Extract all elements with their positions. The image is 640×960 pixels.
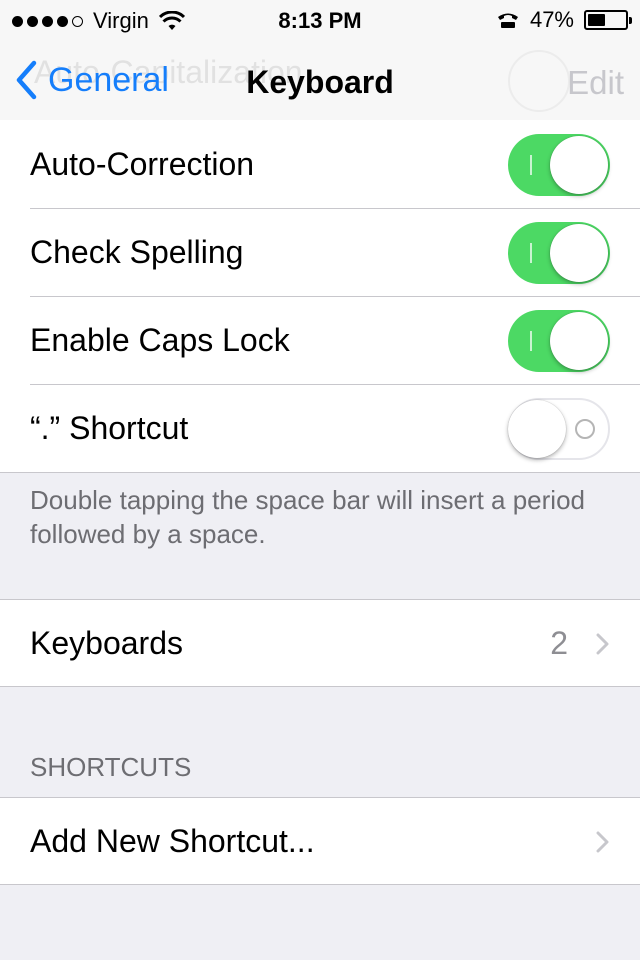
auto-correction-row: Auto-Correction (0, 120, 640, 208)
keyboards-group: Keyboards 2 (0, 599, 640, 687)
period-shortcut-footer-note: Double tapping the space bar will insert… (30, 485, 586, 549)
keyboard-toggles-group: Auto-Correction Check Spelling Enable Ca… (0, 120, 640, 473)
keyboards-label: Keyboards (30, 624, 183, 661)
switch-knob (550, 224, 608, 282)
switch-on-mark (530, 155, 532, 175)
caps-lock-switch[interactable] (508, 310, 610, 372)
switch-off-mark (575, 419, 595, 439)
edit-button[interactable]: Edit (567, 64, 624, 102)
check-spelling-row: Check Spelling (0, 208, 640, 296)
battery-icon (584, 10, 632, 30)
period-shortcut-switch[interactable] (508, 398, 610, 460)
period-shortcut-row: “.” Shortcut (0, 384, 640, 472)
switch-on-mark (530, 243, 532, 263)
navigation-bar: Auto-Capitalization General Keyboard Edi… (0, 40, 640, 128)
shortcuts-section-header: SHORTCUTS (30, 752, 192, 782)
check-spelling-label: Check Spelling (30, 233, 244, 270)
page-title: Keyboard (246, 64, 394, 100)
check-spelling-switch[interactable] (508, 222, 610, 284)
add-new-shortcut-label: Add New Shortcut... (30, 822, 315, 859)
caps-lock-label: Enable Caps Lock (30, 321, 290, 358)
add-new-shortcut-row[interactable]: Add New Shortcut... (0, 798, 640, 884)
battery-percentage: 47% (529, 7, 574, 32)
tty-phone-icon (497, 13, 518, 28)
switch-knob (550, 312, 608, 370)
chevron-right-icon (596, 633, 609, 655)
status-bar: Virgin 8:13 PM 47% (0, 0, 640, 40)
switch-knob (550, 136, 608, 194)
chevron-right-icon (596, 831, 609, 853)
keyboards-row[interactable]: Keyboards 2 (0, 600, 640, 686)
shortcuts-group: Add New Shortcut... (0, 797, 640, 885)
period-shortcut-label: “.” Shortcut (30, 409, 189, 446)
switch-on-mark (530, 331, 532, 351)
switch-knob (508, 400, 566, 458)
auto-correction-switch[interactable] (508, 134, 610, 196)
auto-correction-label: Auto-Correction (30, 145, 255, 182)
caps-lock-row: Enable Caps Lock (0, 296, 640, 384)
keyboards-count: 2 (550, 625, 568, 661)
